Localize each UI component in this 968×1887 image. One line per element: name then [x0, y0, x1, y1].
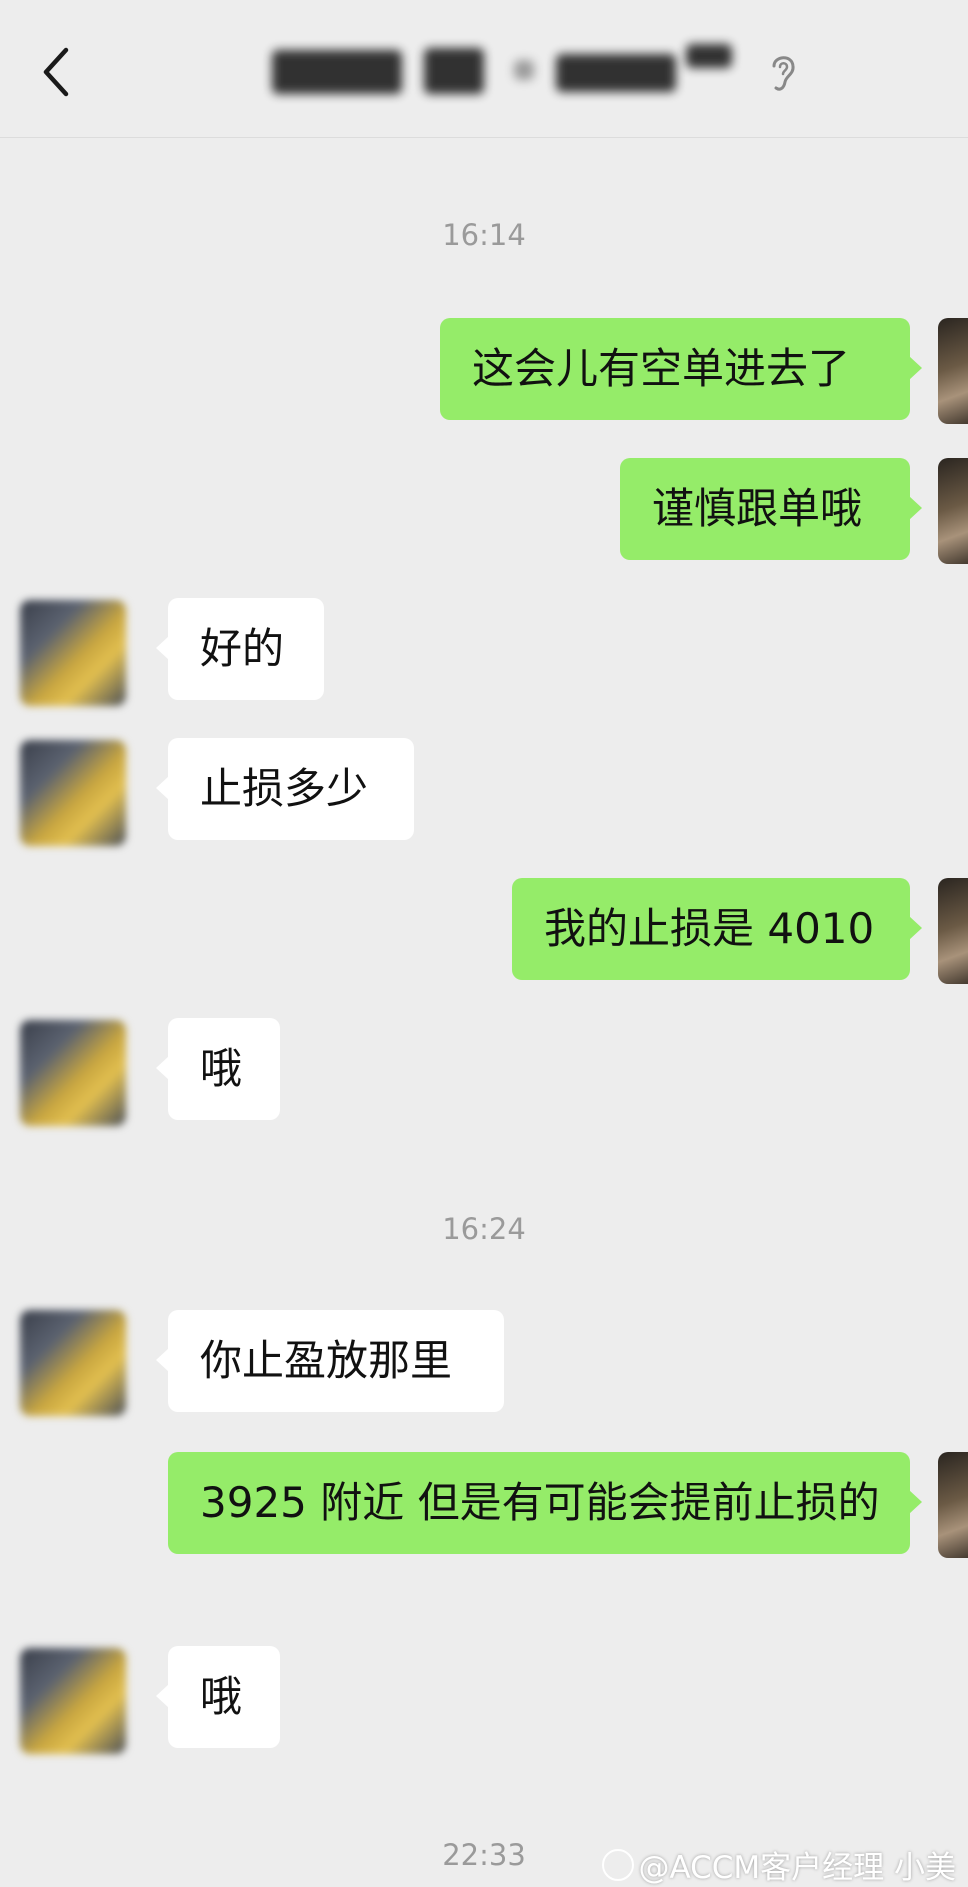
chat-header — [0, 0, 968, 138]
timestamp: 16:24 — [442, 1212, 526, 1246]
watermark: @ACCM客户经理 小美 — [602, 1842, 956, 1887]
incoming-message[interactable]: 好的 — [156, 598, 324, 700]
contact-name-obscured — [264, 44, 744, 102]
earpiece-mode-icon — [772, 56, 795, 91]
message-text: 我的止损是 4010 — [544, 904, 875, 953]
message-text: 哦 — [200, 1672, 243, 1721]
message-text: 谨慎跟单哦 — [652, 484, 863, 533]
back-button[interactable] — [38, 44, 78, 100]
my-avatar[interactable] — [938, 878, 968, 984]
outgoing-message[interactable]: 谨慎跟单哦 — [620, 458, 922, 560]
outgoing-message[interactable]: 我的止损是 4010 — [512, 878, 922, 980]
chat-message-list[interactable]: 16:14 这会儿有空单进去了 谨慎跟单哦 好的 止损多少 我的止损是 4010… — [0, 138, 968, 1883]
chevron-left-icon — [43, 47, 69, 97]
contact-avatar[interactable] — [20, 1310, 126, 1416]
message-text: 好的 — [200, 624, 285, 673]
my-avatar[interactable] — [938, 1452, 968, 1558]
contact-avatar[interactable] — [20, 1020, 126, 1126]
message-text: 哦 — [200, 1044, 243, 1093]
contact-avatar[interactable] — [20, 1648, 126, 1754]
incoming-message[interactable]: 你止盈放那里 — [156, 1310, 504, 1412]
incoming-message[interactable]: 哦 — [156, 1018, 280, 1120]
message-text: 3925 附近 但是有可能会提前止损的 — [200, 1478, 880, 1527]
contact-avatar[interactable] — [20, 740, 126, 846]
watermark-logo-icon — [602, 1849, 635, 1881]
message-text: 你止盈放那里 — [200, 1336, 453, 1385]
my-avatar[interactable] — [938, 318, 968, 424]
incoming-message[interactable]: 哦 — [156, 1646, 280, 1748]
contact-avatar[interactable] — [20, 600, 126, 706]
message-text: 止损多少 — [200, 764, 369, 813]
message-text: 这会儿有空单进去了 — [472, 344, 851, 393]
incoming-message[interactable]: 止损多少 — [156, 738, 414, 840]
my-avatar[interactable] — [938, 458, 968, 564]
watermark-text: @ACCM客户经理 小美 — [638, 1850, 956, 1886]
outgoing-message[interactable]: 3925 附近 但是有可能会提前止损的 — [168, 1452, 922, 1554]
outgoing-message[interactable]: 这会儿有空单进去了 — [440, 318, 922, 420]
timestamp: 16:14 — [442, 218, 526, 252]
